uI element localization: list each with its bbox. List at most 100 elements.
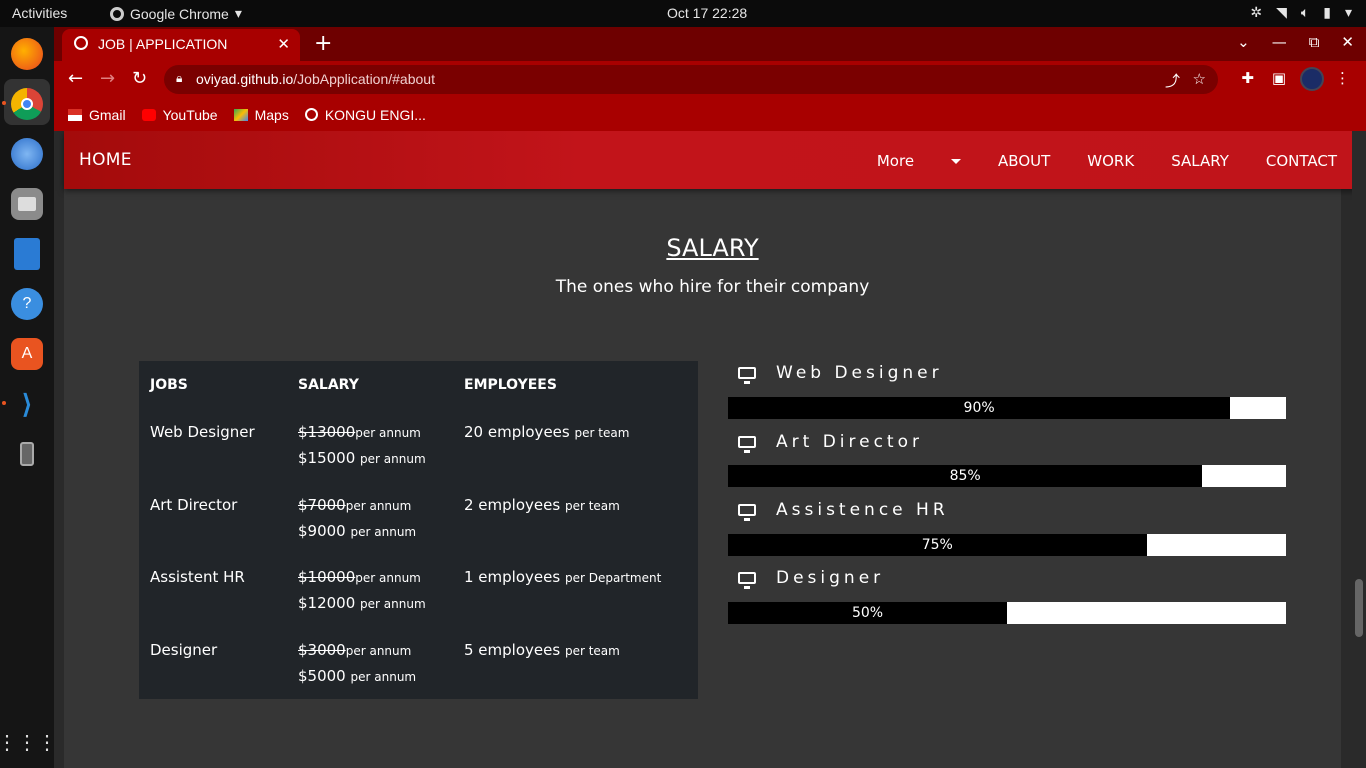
app-menu[interactable]: Google Chrome ▾ [110, 5, 242, 22]
table-header-employees: EMPLOYEES [464, 377, 557, 393]
forward-icon[interactable]: → [100, 68, 115, 89]
progress-fill: 85% [728, 465, 1203, 487]
nav-more-dropdown[interactable]: More [840, 152, 962, 170]
bookmark-youtube[interactable]: YouTube [141, 107, 218, 123]
bookmarks-bar: Gmail YouTube Maps KONGU ENGI... [54, 98, 1366, 131]
bookmark-maps[interactable]: Maps [233, 107, 289, 123]
skill-label: Art Director [776, 432, 923, 452]
chrome-icon [110, 6, 124, 21]
monitor-icon [738, 367, 756, 384]
writer-icon[interactable] [14, 238, 40, 270]
volume-icon: 🔈︎ [1300, 4, 1310, 20]
phone-icon[interactable] [11, 438, 43, 470]
scrollbar-thumb[interactable] [1355, 579, 1363, 637]
monitor-icon [738, 572, 756, 589]
minimize-icon[interactable]: — [1272, 33, 1287, 51]
table-header-salary: SALARY [298, 377, 359, 393]
profile-avatar[interactable] [1300, 67, 1324, 91]
tab-strip: JOB | APPLICATION ✕ + ⌄ — ⧉ ✕ [54, 27, 1366, 61]
battery-icon: ▮ [1323, 4, 1331, 20]
share-icon[interactable]: ⤴ [1165, 70, 1180, 91]
job-name: Designer [150, 641, 218, 659]
site-navbar: HOME More ABOUT WORK SALARY CONTACT [64, 131, 1361, 189]
address-bar[interactable]: 🔒︎ oviyad.github.io/JobApplication/#abou… [164, 65, 1218, 94]
reload-icon[interactable]: ↻ [132, 68, 147, 89]
files-icon[interactable] [11, 188, 43, 220]
progress-fill: 90% [728, 397, 1231, 419]
browser-toolbar: ← → ↻ 🔒︎ oviyad.github.io/JobApplication… [54, 61, 1366, 98]
thunderbird-icon[interactable] [11, 138, 43, 170]
close-tab-icon[interactable]: ✕ [277, 35, 290, 53]
section-subtitle: The ones who hire for their company [555, 277, 870, 297]
app-menu-label: Google Chrome [130, 5, 229, 22]
caret-down-icon [951, 159, 962, 164]
system-top-bar: Activities Google Chrome ▾ Oct 17 22:28 … [0, 0, 1366, 27]
employees-cell: 1 employees per Department [464, 568, 662, 586]
globe-icon [74, 36, 88, 50]
close-window-icon[interactable]: ✕ [1341, 33, 1354, 51]
salary-table: JOBS SALARY EMPLOYEES Web Designer $1300… [139, 361, 698, 699]
section-title: SALARY [666, 234, 759, 262]
help-icon[interactable]: ? [11, 288, 43, 320]
bookmark-kongu[interactable]: KONGU ENGI... [304, 107, 426, 123]
browser-window: JOB | APPLICATION ✕ + ⌄ — ⧉ ✕ ← → ↻ 🔒︎ o… [54, 27, 1366, 131]
employees-cell: 2 employees per team [464, 496, 620, 514]
window-controls: ⌄ — ⧉ ✕ [1237, 33, 1354, 51]
youtube-icon [141, 108, 156, 121]
side-panel-icon[interactable]: ▣ [1272, 69, 1286, 87]
browser-tab[interactable]: JOB | APPLICATION ✕ [62, 29, 300, 61]
nav-home-link[interactable]: HOME [79, 150, 132, 170]
firefox-icon[interactable] [11, 38, 43, 70]
salary-cell: $7000per annum $9000 per annum [298, 496, 417, 540]
tab-search-icon[interactable]: ⌄ [1237, 33, 1250, 51]
job-name: Web Designer [150, 423, 255, 441]
monitor-icon [738, 436, 756, 453]
running-indicator [2, 101, 6, 105]
monitor-icon [738, 504, 756, 521]
globe-icon [304, 108, 318, 121]
skill-label: Assistence HR [776, 500, 949, 520]
lock-icon: 🔒︎ [176, 71, 183, 85]
skill-label: Designer [776, 568, 885, 588]
bookmark-gmail[interactable]: Gmail [68, 107, 126, 123]
system-tray[interactable]: ✲ ◥ 🔈︎ ▮ ▾ [1250, 4, 1352, 21]
software-center-icon[interactable]: A [11, 338, 43, 370]
chevron-down-icon: ▾ [234, 5, 242, 21]
job-name: Assistent HR [150, 568, 245, 586]
activities-button[interactable]: Activities [12, 5, 67, 21]
new-tab-button[interactable]: + [314, 31, 332, 56]
maximize-icon[interactable]: ⧉ [1309, 33, 1320, 51]
nav-salary-link[interactable]: SALARY [1171, 152, 1229, 170]
gmail-icon [68, 108, 82, 121]
show-apps-icon[interactable]: ⋮⋮⋮ [0, 726, 57, 758]
salary-cell: $10000per annum $12000 per annum [298, 568, 426, 612]
url-text: oviyad.github.io/JobApplication/#about [196, 71, 435, 87]
employees-cell: 5 employees per team [464, 641, 620, 659]
back-icon[interactable]: ← [68, 68, 83, 89]
network-icon: ✲ [1250, 4, 1263, 20]
progress-fill: 50% [728, 602, 1007, 624]
power-menu-icon: ▾ [1344, 4, 1352, 20]
clock[interactable]: Oct 17 22:28 [667, 5, 747, 21]
page-content: HOME More ABOUT WORK SALARY CONTACT SALA… [64, 131, 1361, 768]
page-scrollbar[interactable] [1352, 131, 1366, 768]
maps-icon [233, 108, 248, 121]
progress-bar: 50% [728, 602, 1286, 624]
table-header-jobs: JOBS [150, 377, 188, 393]
progress-bar: 85% [728, 465, 1286, 487]
salary-cell: $3000per annum $5000 per annum [298, 641, 417, 685]
bookmark-star-icon[interactable]: ☆ [1193, 70, 1206, 88]
employees-cell: 20 employees per team [464, 423, 630, 441]
progress-bar: 90% [728, 397, 1286, 419]
vscode-icon[interactable]: ⟩ [11, 388, 43, 420]
nav-about-link[interactable]: ABOUT [998, 152, 1050, 170]
nav-contact-link[interactable]: CONTACT [1266, 152, 1337, 170]
skill-label: Web Designer [776, 363, 943, 383]
job-name: Art Director [150, 496, 238, 514]
menu-kebab-icon[interactable]: ⋮ [1335, 69, 1350, 87]
running-indicator [2, 401, 6, 405]
extensions-icon[interactable]: ✚ [1241, 69, 1254, 87]
salary-cell: $13000per annum $15000 per annum [298, 423, 426, 467]
nav-work-link[interactable]: WORK [1087, 152, 1134, 170]
chrome-icon[interactable] [11, 88, 43, 120]
